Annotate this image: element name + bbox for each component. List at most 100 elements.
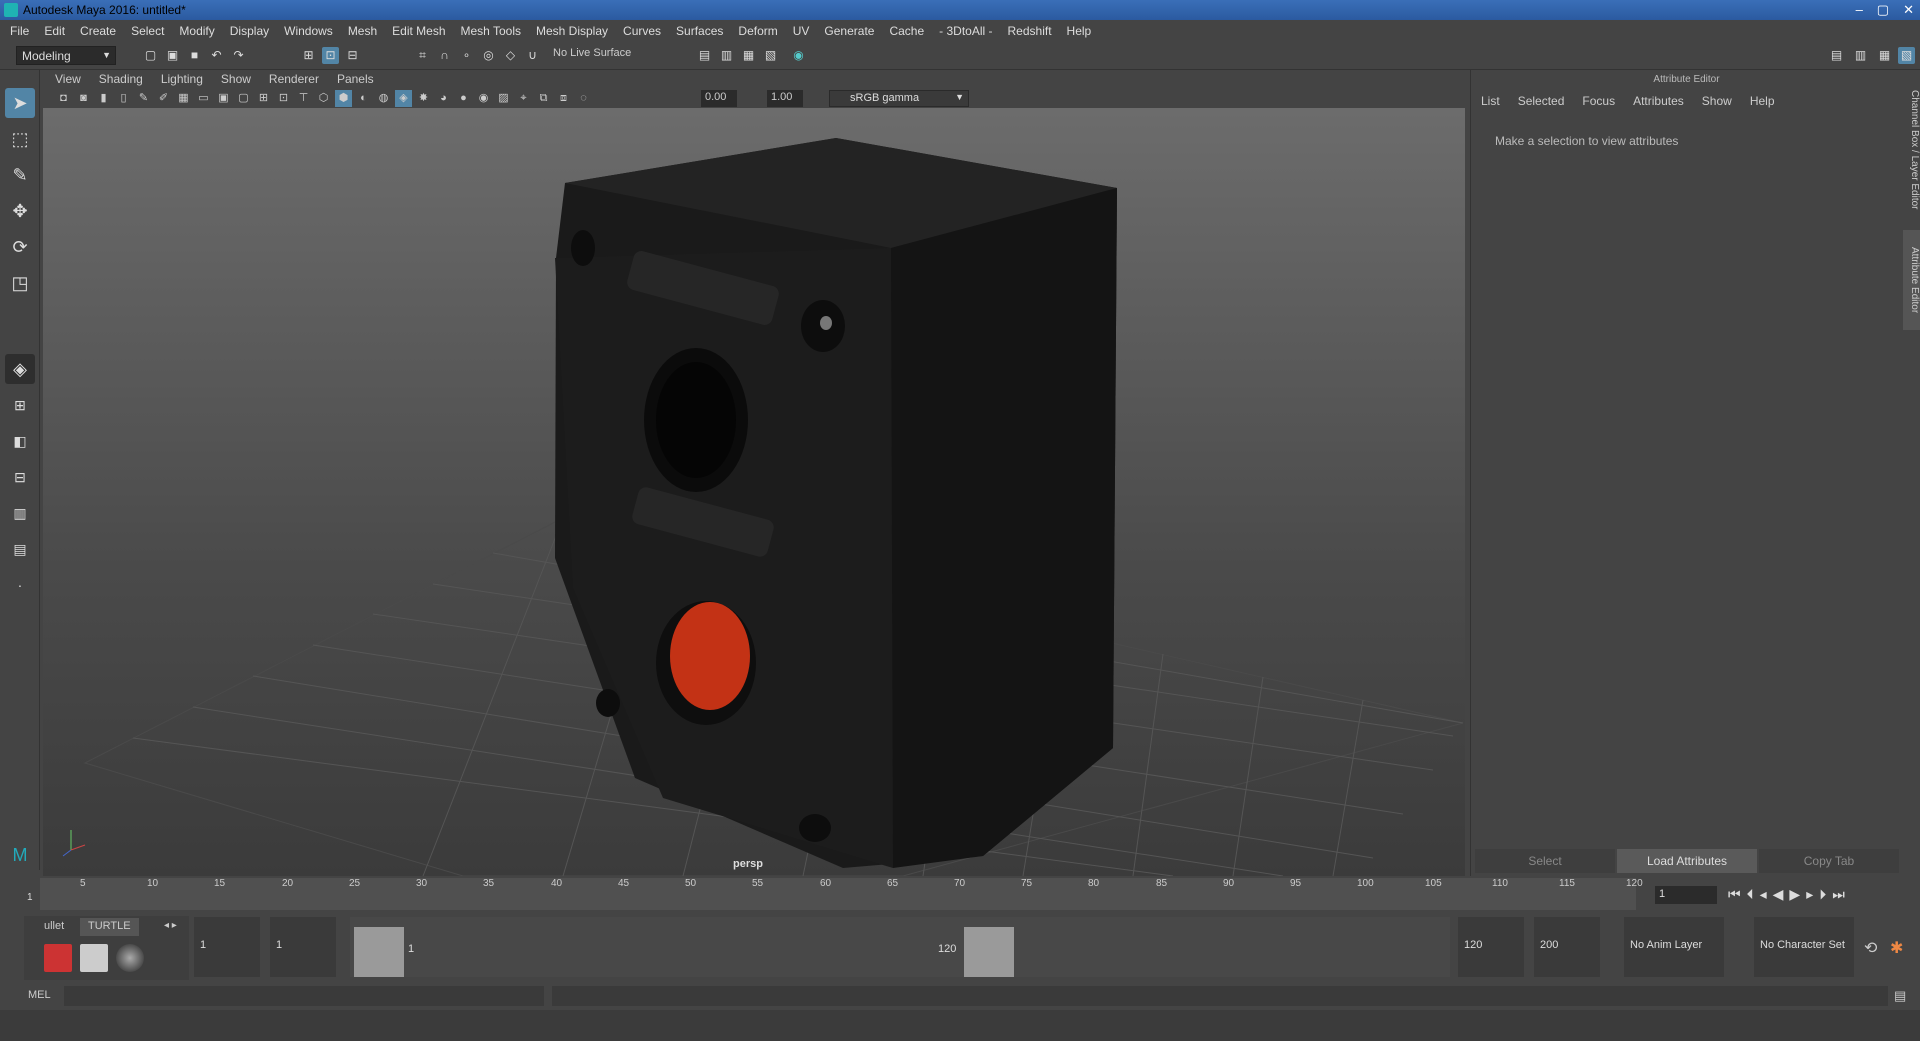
playback-end-field[interactable]: 120 bbox=[1458, 917, 1524, 977]
four-view-layout-icon[interactable]: ⊞ bbox=[5, 390, 35, 420]
attr-menu-help[interactable]: Help bbox=[1750, 94, 1775, 108]
menu-curves[interactable]: Curves bbox=[623, 24, 661, 38]
time-ruler[interactable]: 5 10 15 20 25 30 35 40 45 50 55 60 65 70… bbox=[40, 878, 1643, 910]
safe-action-icon[interactable]: ⊡ bbox=[275, 90, 292, 107]
grease-pencil-icon[interactable]: ✐ bbox=[155, 90, 172, 107]
persp-viewport[interactable]: persp bbox=[43, 108, 1465, 876]
more-layouts-icon[interactable]: · bbox=[5, 570, 35, 600]
tool-settings-icon[interactable]: ▦ bbox=[1876, 47, 1893, 64]
shelf-scroll-icon[interactable]: ◂ ▸ bbox=[164, 920, 177, 931]
range-slider[interactable]: 1 120 bbox=[350, 917, 1450, 977]
attr-menu-show[interactable]: Show bbox=[1702, 94, 1732, 108]
move-tool-icon[interactable]: ✥ bbox=[5, 196, 35, 226]
shelf-sphere-icon[interactable] bbox=[116, 944, 144, 972]
menu-redshift[interactable]: Redshift bbox=[1008, 24, 1052, 38]
menu-deform[interactable]: Deform bbox=[738, 24, 777, 38]
command-input[interactable] bbox=[64, 986, 544, 1006]
menu-generate[interactable]: Generate bbox=[824, 24, 874, 38]
color-space-dropdown[interactable]: sRGB gamma ▼ bbox=[829, 90, 969, 107]
persp-graph-layout-icon[interactable]: ⊟ bbox=[5, 462, 35, 492]
ambient-occlusion-icon[interactable]: ● bbox=[455, 90, 472, 107]
live-surface-label[interactable]: No Live Surface bbox=[553, 47, 631, 59]
copy-tab-button[interactable]: Copy Tab bbox=[1759, 849, 1899, 873]
resolution-gate-icon[interactable]: ▣ bbox=[215, 90, 232, 107]
menu-help[interactable]: Help bbox=[1067, 24, 1092, 38]
shelf-tab-turtle[interactable]: TURTLE bbox=[80, 918, 139, 936]
load-attributes-button[interactable]: Load Attributes bbox=[1617, 849, 1757, 873]
viewport-menu-lighting[interactable]: Lighting bbox=[161, 72, 203, 86]
field-chart-icon[interactable]: ⊞ bbox=[255, 90, 272, 107]
persp-outliner-layout-icon[interactable]: ◧ bbox=[5, 426, 35, 456]
time-slider[interactable]: 1 5 10 15 20 25 30 35 40 45 50 55 60 65 … bbox=[0, 878, 1920, 914]
new-scene-icon[interactable]: ▢ bbox=[142, 47, 159, 64]
menu-set-dropdown[interactable]: Modeling ▼ bbox=[16, 46, 116, 65]
go-to-end-icon[interactable]: ⏭ bbox=[1832, 886, 1845, 903]
scale-tool-icon[interactable]: ◳ bbox=[5, 268, 35, 298]
gamma-field[interactable]: 1.00 bbox=[767, 90, 803, 107]
menu-file[interactable]: File bbox=[10, 24, 29, 38]
film-gate-icon[interactable]: ▭ bbox=[195, 90, 212, 107]
scene-end-field[interactable]: 200 bbox=[1534, 917, 1600, 977]
menu-create[interactable]: Create bbox=[80, 24, 116, 38]
single-view-layout-icon[interactable]: ◈ bbox=[5, 354, 35, 384]
viewport-menu-view[interactable]: View bbox=[55, 72, 81, 86]
gate-mask-icon[interactable]: ▢ bbox=[235, 90, 252, 107]
menu-mesh-tools[interactable]: Mesh Tools bbox=[461, 24, 521, 38]
script-editor-icon[interactable]: ▤ bbox=[1894, 988, 1906, 1004]
smooth-shade-icon[interactable]: ⬢ bbox=[335, 90, 352, 107]
select-hierarchy-icon[interactable]: ⊞ bbox=[300, 47, 317, 64]
menu-select[interactable]: Select bbox=[131, 24, 164, 38]
render-globe-icon[interactable]: ◉ bbox=[790, 47, 807, 64]
play-backward-icon[interactable]: ◀ bbox=[1773, 886, 1784, 903]
menu-mesh-display[interactable]: Mesh Display bbox=[536, 24, 608, 38]
menu-cache[interactable]: Cache bbox=[889, 24, 924, 38]
workspace-icon[interactable]: ▤ bbox=[1828, 47, 1845, 64]
hypershade-icon[interactable]: ▧ bbox=[762, 47, 779, 64]
select-component-icon[interactable]: ⊟ bbox=[344, 47, 361, 64]
step-forward-key-icon[interactable]: ▸ bbox=[1806, 886, 1813, 903]
range-end-handle[interactable] bbox=[964, 927, 1014, 977]
menu-edit[interactable]: Edit bbox=[44, 24, 65, 38]
rotate-tool-icon[interactable]: ⟳ bbox=[5, 232, 35, 262]
default-lighting-icon[interactable]: ◐ bbox=[355, 90, 372, 107]
shelf-turtle-icon[interactable] bbox=[44, 944, 72, 972]
render-icon[interactable]: ▤ bbox=[696, 47, 713, 64]
snap-curve-icon[interactable]: ∩ bbox=[436, 47, 453, 64]
menu-windows[interactable]: Windows bbox=[284, 24, 333, 38]
snap-grid-icon[interactable]: ⌗ bbox=[414, 47, 431, 64]
snap-view-icon[interactable]: ◎ bbox=[480, 47, 497, 64]
maximize-button[interactable]: ▢ bbox=[1877, 2, 1889, 18]
menu-modify[interactable]: Modify bbox=[179, 24, 214, 38]
xray-icon[interactable]: ◈ bbox=[395, 90, 412, 107]
use-all-lights-icon[interactable]: ✸ bbox=[415, 90, 432, 107]
paint-select-tool-icon[interactable]: ✎ bbox=[5, 160, 35, 190]
menu-mesh[interactable]: Mesh bbox=[348, 24, 377, 38]
uv-editor-layout-icon[interactable]: ▤ bbox=[5, 534, 35, 564]
play-forward-icon[interactable]: ▶ bbox=[1789, 886, 1800, 903]
exposure-field[interactable]: 0.00 bbox=[701, 90, 737, 107]
render-settings-icon[interactable]: ▦ bbox=[740, 47, 757, 64]
save-scene-icon[interactable]: ■ bbox=[186, 47, 203, 64]
safe-title-icon[interactable]: ⊤ bbox=[295, 90, 312, 107]
lasso-tool-icon[interactable]: ⬚ bbox=[5, 124, 35, 154]
menu-edit-mesh[interactable]: Edit Mesh bbox=[392, 24, 445, 38]
playback-prefs-icon[interactable]: ✱ bbox=[1890, 938, 1903, 958]
xray-joints-icon[interactable]: ⧉ bbox=[535, 90, 552, 107]
wireframe-icon[interactable]: ⬡ bbox=[315, 90, 332, 107]
isolate-select-icon[interactable]: ⌖ bbox=[515, 90, 532, 107]
attribute-editor-tab[interactable]: Attribute Editor bbox=[1903, 230, 1920, 330]
open-scene-icon[interactable]: ▣ bbox=[164, 47, 181, 64]
viewport-menu-shading[interactable]: Shading bbox=[99, 72, 143, 86]
menu-uv[interactable]: UV bbox=[793, 24, 810, 38]
xray-active-icon[interactable]: ⧈ bbox=[555, 90, 572, 107]
snap-point-icon[interactable]: ∘ bbox=[458, 47, 475, 64]
shelf-bake-icon[interactable] bbox=[80, 944, 108, 972]
close-button[interactable]: ✕ bbox=[1903, 2, 1914, 18]
channel-box-tab[interactable]: Channel Box / Layer Editor bbox=[1903, 80, 1920, 220]
attr-menu-attributes[interactable]: Attributes bbox=[1633, 94, 1684, 108]
textured-icon[interactable]: ◍ bbox=[375, 90, 392, 107]
multisample-icon[interactable]: ▨ bbox=[495, 90, 512, 107]
hypershade-layout-icon[interactable]: ▥ bbox=[5, 498, 35, 528]
undo-icon[interactable]: ↶ bbox=[208, 47, 225, 64]
attr-menu-focus[interactable]: Focus bbox=[1582, 94, 1615, 108]
